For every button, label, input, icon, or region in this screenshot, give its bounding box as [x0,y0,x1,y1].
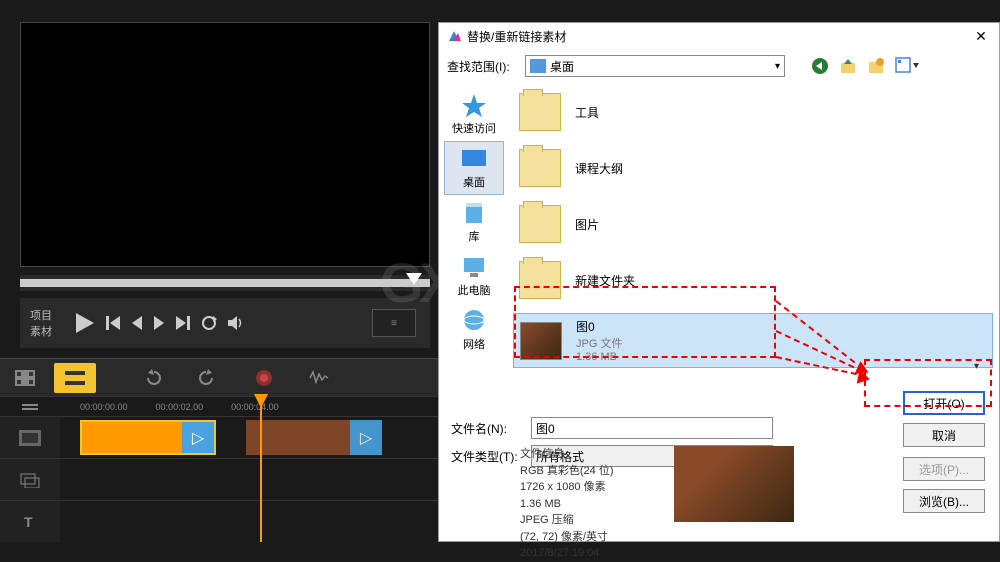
file-info-title: 文件信息 [520,446,614,463]
clip-selected[interactable]: ▷ [80,420,216,455]
video-preview[interactable] [20,22,430,267]
dialog-title: 替换/重新链接素材 [467,28,971,45]
redo-button[interactable] [196,366,220,390]
sidebar-item-desktop[interactable]: 桌面 [444,141,504,195]
lookup-select[interactable]: 桌面 ▾ [525,55,785,77]
step-back-button[interactable] [130,314,144,332]
open-button[interactable]: 打开(O) [903,391,985,415]
lookup-value: 桌面 [550,58,574,75]
places-sidebar: 快速访问 桌面 库 此电脑 网络 [439,83,509,403]
video-track-header[interactable] [0,417,60,458]
clip-badge-icon: ▷ [350,420,382,455]
preview-slider[interactable] [20,275,430,291]
sidebar-item-network[interactable]: 网络 [444,303,504,357]
new-folder-icon[interactable] [867,57,885,75]
folder-icon [519,205,561,243]
sidebar-item-quickaccess[interactable]: 快速访问 [444,87,504,141]
audio-waveform-button[interactable] [308,366,332,390]
file-item-folder[interactable]: 新建文件夹 [513,257,993,303]
clip-badge-icon: ▷ [182,422,214,453]
file-item-folder[interactable]: 工具 [513,89,993,135]
file-item-folder[interactable]: 图片 [513,201,993,247]
filename-label: 文件名(N): [451,420,523,437]
folder-icon [519,261,561,299]
file-item-folder[interactable]: 课程大纲 [513,145,993,191]
undo-button[interactable] [140,366,164,390]
playback-controls: 项目 素材 ≡ [20,298,430,348]
project-label: 项目 [30,307,52,323]
material-label: 素材 [30,323,52,339]
record-button[interactable] [252,366,276,390]
timecode-0: 00:00:00.00 [80,402,128,412]
file-item-image-selected[interactable]: 图0 JPG 文件 1.36 MB [513,313,993,368]
ruler-zoom-icon[interactable] [0,398,60,416]
view-menu-icon[interactable] [895,57,913,75]
back-icon[interactable] [811,57,829,75]
file-preview-thumb [674,446,794,522]
folder-icon [519,93,561,131]
storyboard-tab[interactable] [4,363,46,393]
timeline-toolbar [0,358,440,396]
playhead[interactable] [260,396,262,542]
overlay-track-header[interactable] [0,459,60,500]
prev-button[interactable] [104,314,122,332]
sidebar-item-library[interactable]: 库 [444,195,504,249]
title-track-header[interactable]: T [0,501,60,542]
image-thumb-icon [520,322,562,360]
step-fwd-button[interactable] [152,314,166,332]
scroll-down-icon[interactable]: ▾ [974,361,979,372]
chevron-down-icon: ▾ [775,61,780,72]
folder-icon [519,149,561,187]
loop-button[interactable] [200,314,218,332]
timecode-2: 00:00:04.00 [231,402,279,412]
timeline-ruler: 00:00:00.00 00:00:02.00 00:00:04.00 [0,396,440,416]
close-button[interactable]: ✕ [971,26,991,46]
sidebar-item-computer[interactable]: 此电脑 [444,249,504,303]
timeline-tab[interactable] [54,363,96,393]
clip-2[interactable]: ▷ [246,420,382,455]
file-info-panel: 文件信息 RGB 真彩色(24 位) 1726 x 1080 像素 1.36 M… [510,442,1000,542]
up-folder-icon[interactable] [839,57,857,75]
play-button[interactable] [72,311,96,335]
audio-button[interactable] [226,314,244,332]
next-button[interactable] [174,314,192,332]
timecode-1: 00:00:02.00 [156,402,204,412]
filename-input[interactable] [531,417,773,439]
desktop-icon [530,59,546,73]
timeline-tracks[interactable]: ▷ ▷ T [0,416,440,542]
file-list[interactable]: 工具 课程大纲 图片 新建文件夹 图0 JPG 文件 1.36 MB [509,83,999,403]
lookup-label: 查找范围(I): [447,58,517,75]
app-icon [447,29,461,43]
svg-text:T: T [24,514,33,530]
